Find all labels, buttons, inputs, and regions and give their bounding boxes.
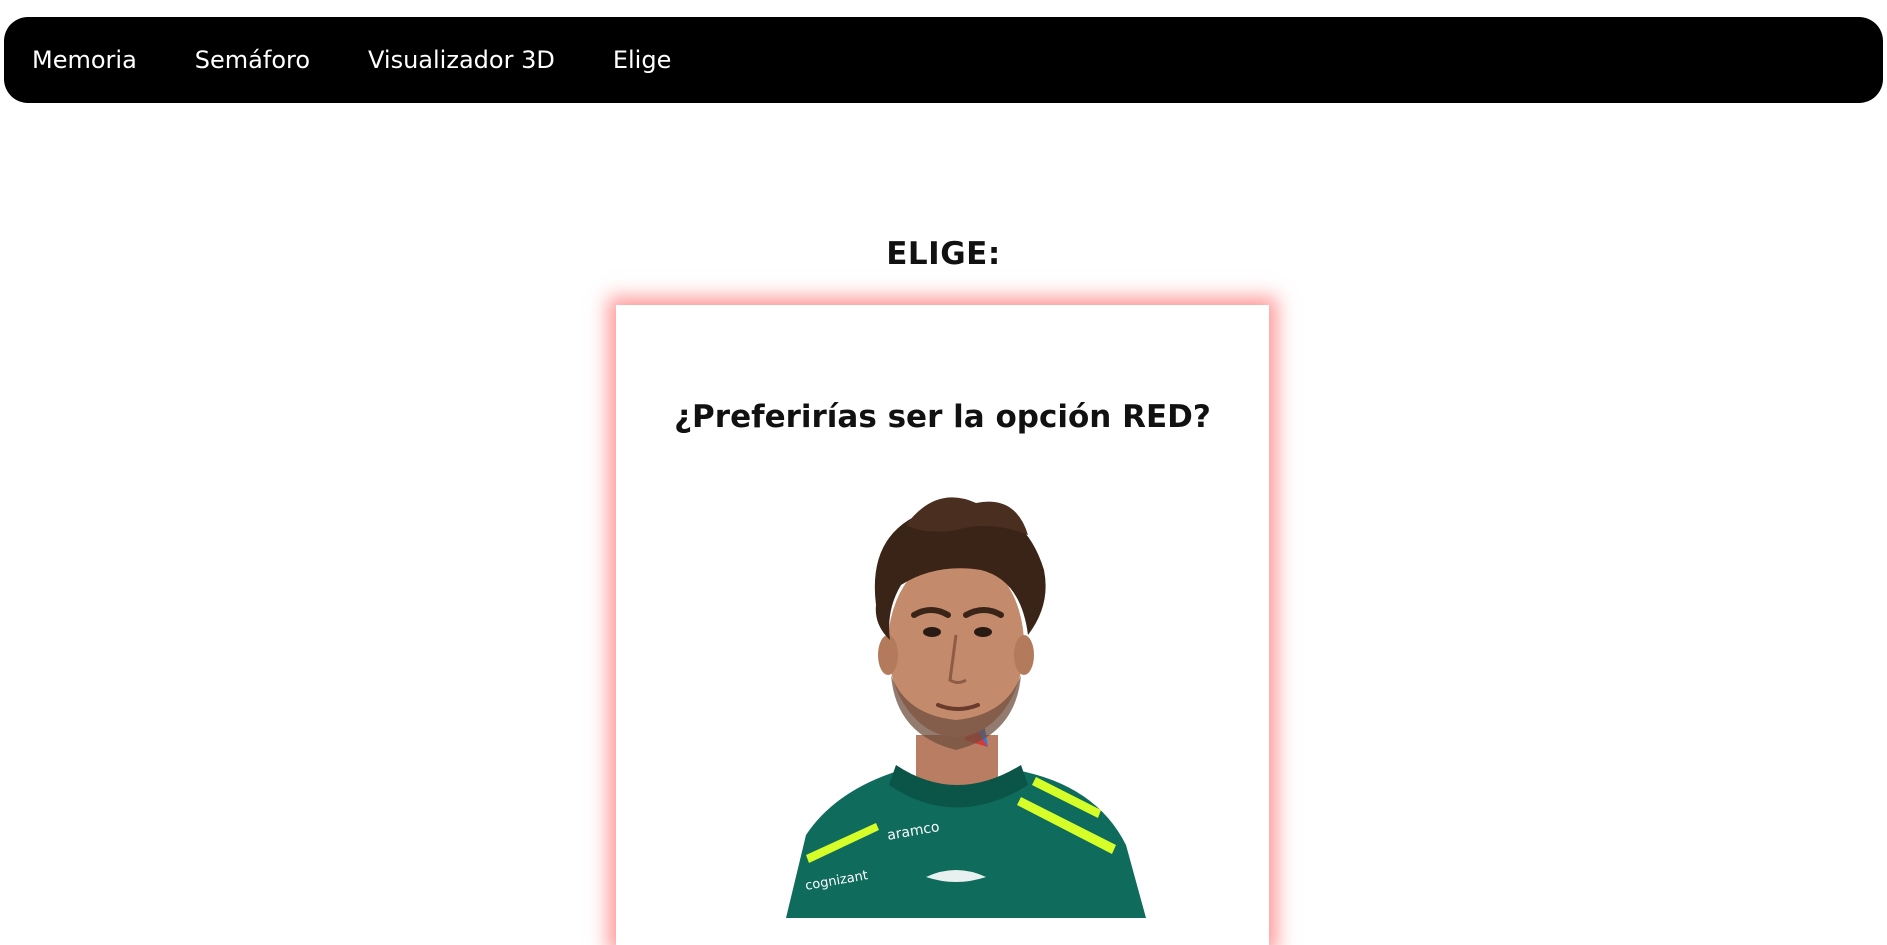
driver-portrait-illustration: aramco cognizant <box>786 497 1146 918</box>
nav-link-visualizador-3d[interactable]: Visualizador 3D <box>368 46 555 74</box>
page-title: ELIGE: <box>886 236 1001 272</box>
nav-link-elige[interactable]: Elige <box>613 46 672 74</box>
nav-link-semaforo[interactable]: Semáforo <box>195 46 310 74</box>
top-navbar: Memoria Semáforo Visualizador 3D Elige <box>4 17 1883 103</box>
choice-question: ¿Preferirías ser la opción RED? <box>674 399 1211 435</box>
driver-portrait-image: aramco cognizant <box>766 485 1146 918</box>
choice-card-red[interactable]: ¿Preferirías ser la opción RED? aramco c… <box>616 305 1269 945</box>
nav-link-memoria[interactable]: Memoria <box>32 46 137 74</box>
